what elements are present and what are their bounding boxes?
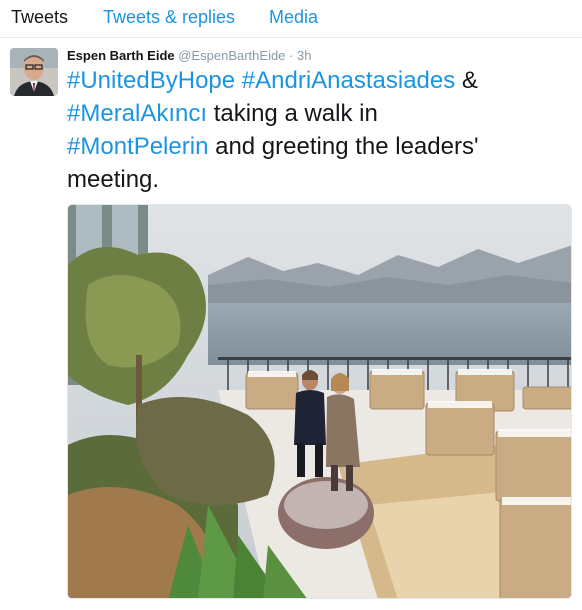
user-handle[interactable]: @EspenBarthEide [178, 48, 285, 63]
tweet-text: #UnitedByHope #AndriAnastasiades & #Meral… [67, 64, 572, 196]
hashtag-montpelerin[interactable]: #MontPelerin [67, 133, 208, 160]
tweet-photo[interactable] [67, 204, 572, 599]
tab-tweets[interactable]: Tweets [11, 6, 68, 28]
tab-tweets-replies[interactable]: Tweets & replies [103, 6, 235, 28]
avatar-image [10, 48, 58, 96]
tweet[interactable]: Espen Barth Eide @EspenBarthEide · 3h #U… [0, 39, 582, 610]
tweet-text-amp: & [461, 67, 478, 94]
tweet-text-mid: taking a walk in [213, 100, 378, 127]
display-name[interactable]: Espen Barth Eide [67, 48, 175, 63]
tweet-timestamp[interactable]: 3h [297, 48, 311, 63]
hashtag-meralakinci[interactable]: #MeralAkıncı [67, 100, 207, 127]
avatar[interactable] [10, 48, 58, 96]
hashtag-unitedbyhope[interactable]: #UnitedByHope [67, 67, 235, 94]
photo-image [68, 205, 571, 598]
profile-tabs: Tweets Tweets & replies Media [0, 0, 582, 38]
separator-dot: · [289, 48, 294, 63]
hashtag-andrianastasiades[interactable]: #AndriAnastasiades [242, 67, 455, 94]
tweet-header: Espen Barth Eide @EspenBarthEide · 3h [67, 48, 311, 64]
tab-media[interactable]: Media [269, 6, 318, 28]
